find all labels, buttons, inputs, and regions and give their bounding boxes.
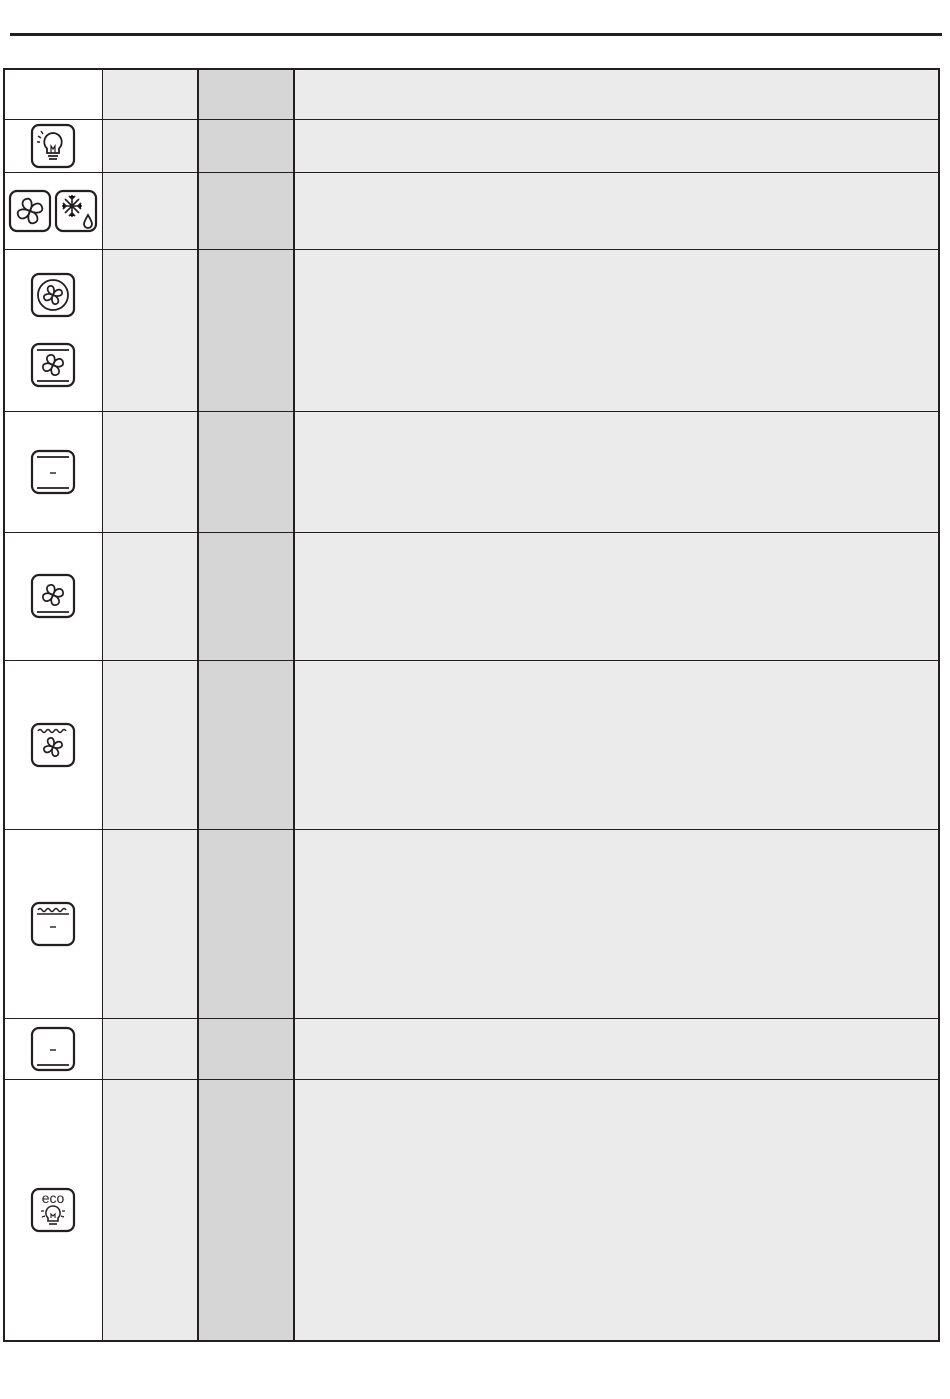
temperature-cell — [197, 1078, 295, 1342]
table-row — [3, 118, 940, 173]
header-temperature-cell — [197, 68, 295, 120]
function-cell — [101, 828, 199, 1019]
table-row — [3, 531, 940, 661]
grill-icon — [30, 901, 76, 947]
icon-cell: eco — [3, 1078, 103, 1342]
oven-functions-table: eco — [3, 68, 940, 1342]
table-row — [3, 828, 940, 1019]
description-cell — [293, 828, 940, 1019]
icon-cell — [3, 410, 103, 533]
eco-label: eco — [42, 1190, 65, 1206]
table-row: eco — [3, 1078, 940, 1342]
description-cell — [293, 118, 940, 173]
description-cell — [293, 531, 940, 661]
description-cell — [293, 171, 940, 250]
icon-cell — [3, 828, 103, 1019]
function-cell — [101, 118, 199, 173]
temperature-cell — [197, 828, 295, 1019]
table-row — [3, 659, 940, 830]
function-cell — [101, 1017, 199, 1080]
description-cell — [293, 1078, 940, 1342]
table-row — [3, 1017, 940, 1080]
description-cell — [293, 248, 940, 412]
fan-bottom-heat-icon — [30, 342, 76, 388]
header-description-cell — [293, 68, 940, 120]
icon-cell — [3, 659, 103, 830]
temperature-cell — [197, 659, 295, 830]
header-function-cell — [101, 68, 199, 120]
bottom-heat-icon — [30, 1026, 76, 1072]
function-cell — [101, 410, 199, 533]
function-cell — [101, 659, 199, 830]
function-cell — [101, 248, 199, 412]
defrost-icon — [54, 189, 98, 233]
table-row — [3, 171, 940, 250]
icon-cell — [3, 171, 103, 250]
function-cell — [101, 1078, 199, 1342]
icon-cell — [3, 118, 103, 173]
icon-cell — [3, 248, 103, 412]
icon-cell — [3, 531, 103, 661]
fan-bottom-heat-icon — [30, 573, 76, 619]
lamp-icon — [30, 123, 76, 169]
eco-light-icon: eco — [30, 1187, 76, 1233]
top-bottom-heat-icon — [30, 449, 76, 495]
table-row — [3, 248, 940, 412]
table-row — [3, 410, 940, 533]
icon-cell — [3, 1017, 103, 1080]
description-cell — [293, 1017, 940, 1080]
temperature-cell — [197, 1017, 295, 1080]
function-cell — [101, 531, 199, 661]
temperature-cell — [197, 248, 295, 412]
top-rule — [10, 33, 942, 36]
temperature-cell — [197, 410, 295, 533]
temperature-cell — [197, 118, 295, 173]
fan-grill-icon — [30, 722, 76, 768]
fan-icon — [8, 189, 52, 233]
circular-fan-icon — [30, 272, 76, 318]
function-cell — [101, 171, 199, 250]
description-cell — [293, 410, 940, 533]
temperature-cell — [197, 171, 295, 250]
description-cell — [293, 659, 940, 830]
temperature-cell — [197, 531, 295, 661]
table-header-row — [3, 68, 940, 120]
header-icon-cell — [3, 68, 103, 120]
